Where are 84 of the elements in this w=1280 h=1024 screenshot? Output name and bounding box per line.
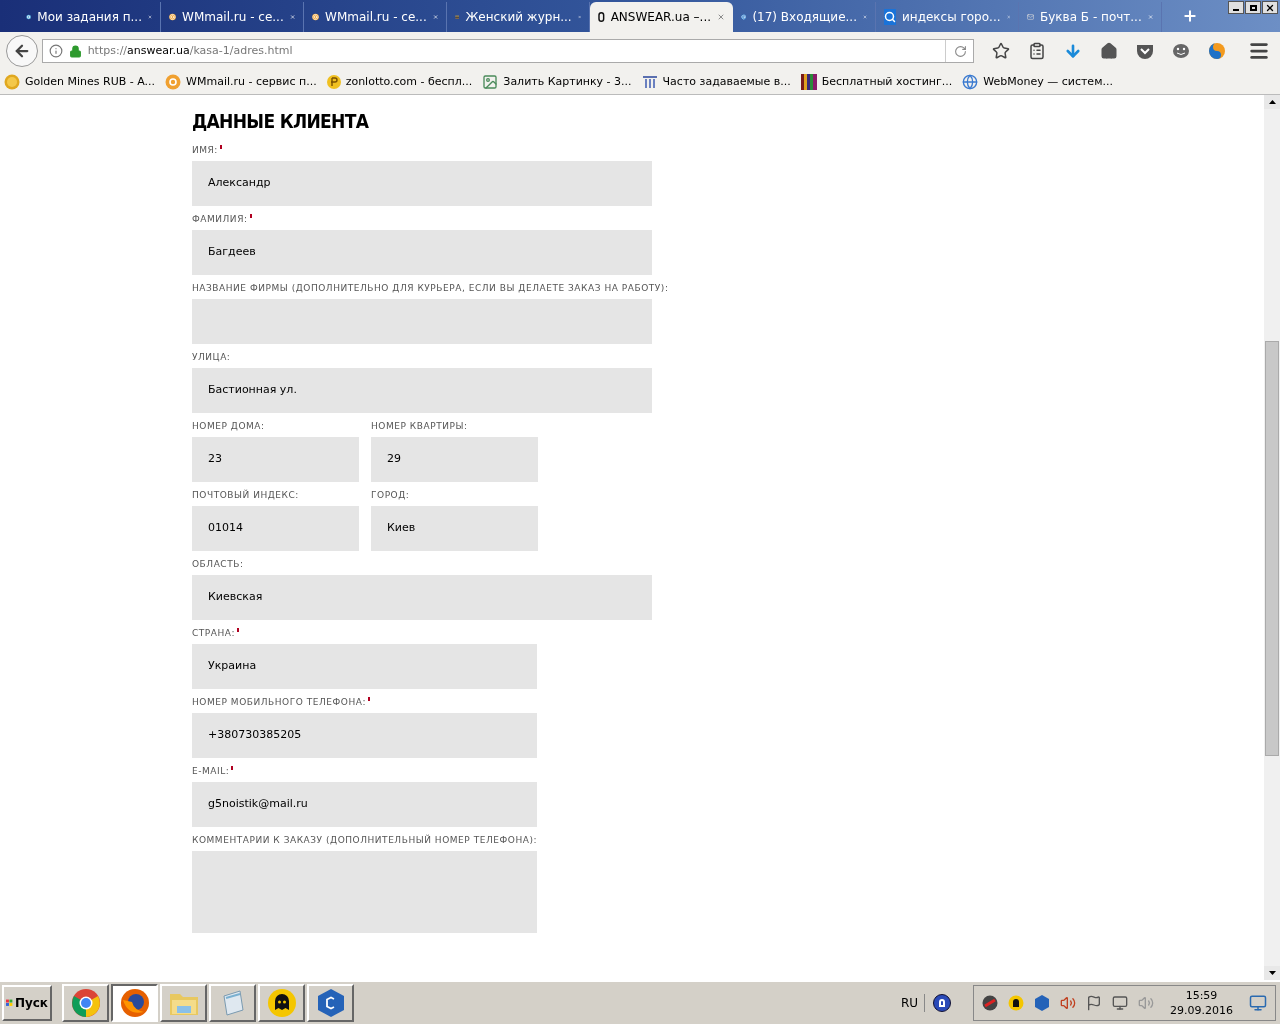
field-label: СТРАНА:	[192, 627, 236, 639]
search-icon	[884, 9, 896, 25]
new-tab-icon[interactable]	[1182, 8, 1198, 24]
url-text: https://answear.ua/kasa-1/adres.html	[87, 42, 294, 59]
input-field[interactable]: g5noistik@mail.ru	[192, 782, 537, 827]
home-icon[interactable]	[1100, 42, 1118, 60]
field-label: ГОРОД:	[371, 489, 410, 501]
comment-field[interactable]	[192, 851, 537, 933]
browser-tab[interactable]: ANSWEAR.ua –...	[590, 2, 733, 32]
stripes-icon	[800, 74, 817, 90]
language-indicator[interactable]: RU	[900, 994, 925, 1012]
network-icon[interactable]	[1112, 995, 1128, 1011]
start-button[interactable]: Пуск	[2, 985, 52, 1021]
input-field[interactable]: Александр	[192, 161, 652, 206]
brand-logo-icon	[598, 9, 605, 25]
tab-title: WMmail.ru - се...	[182, 9, 284, 26]
star-icon[interactable]	[992, 42, 1010, 60]
input-field[interactable]: Киевская	[192, 575, 652, 620]
pocket-icon[interactable]	[1136, 43, 1154, 59]
input-field[interactable]: 23	[192, 437, 359, 482]
bookmark-link[interactable]: zonlotto.com - беспл...	[326, 73, 473, 91]
desktop-icon[interactable]	[1249, 994, 1267, 1012]
coin-icon	[326, 75, 341, 89]
firefox-icon	[119, 988, 150, 1018]
scroll-up-icon[interactable]	[1268, 100, 1276, 104]
field-label: ИМЯ:	[192, 144, 218, 156]
hexagon-icon[interactable]	[1034, 995, 1050, 1011]
taskbar-app[interactable]	[111, 984, 158, 1022]
swirl-icon[interactable]	[1208, 42, 1226, 60]
download-icon[interactable]	[1064, 42, 1082, 60]
restore-icon[interactable]	[1245, 1, 1261, 14]
globe-icon	[962, 74, 979, 90]
no-entry-icon[interactable]	[982, 995, 998, 1011]
hexagon-icon	[315, 988, 346, 1018]
input-field[interactable]	[192, 299, 652, 344]
tab-title: Мои задания п...	[37, 9, 142, 26]
tab-title: ANSWEAR.ua –...	[610, 9, 712, 26]
field-label: ФАМИЛИЯ:	[192, 213, 248, 225]
bookmark-link[interactable]: Залить Картинку - 3...	[482, 73, 632, 91]
tab-title: WMmail.ru - се...	[325, 9, 427, 26]
bookmark-link[interactable]: Часто задаваемые в...	[641, 73, 791, 91]
scrollbar[interactable]	[1264, 95, 1280, 980]
field-label: НОМЕР МОБИЛЬНОГО ТЕЛЕФОНА:	[192, 696, 367, 708]
columns-icon	[641, 74, 658, 90]
field-label: НАЗВАНИЕ ФИРМЫ (ДОПОЛНИТЕЛЬНО ДЛЯ КУРЬЕРА, ЕСЛИ ВЫ ДЕЛАЕТЕ ЗАКАЗ НА РАБОТУ):	[192, 282, 669, 294]
input-field[interactable]: 29	[371, 437, 538, 482]
input-field[interactable]: Бастионная ул.	[192, 368, 652, 413]
image-icon	[482, 74, 499, 90]
lock-icon	[68, 44, 82, 58]
bookmark-link[interactable]: Golden Mines RUB - A...	[4, 73, 156, 91]
field-label: КОММЕНТАРИИ К ЗАКАЗУ (ДОПОЛНИТЕЛЬНЫЙ НОМЕР ТЕЛЕФОНА):	[192, 834, 538, 846]
input-field[interactable]: Украина	[192, 644, 537, 689]
minimize-icon[interactable]	[1228, 1, 1244, 14]
menu-icon[interactable]	[1248, 40, 1270, 62]
back-button[interactable]	[6, 35, 38, 67]
field-label: НОМЕР ДОМА:	[192, 420, 265, 432]
scroll-down-icon[interactable]	[1268, 971, 1276, 975]
speaker-icon[interactable]	[1060, 995, 1076, 1011]
flag-icon[interactable]	[1086, 995, 1102, 1011]
tab-title: (17) Входящие...	[752, 9, 857, 26]
address-bar[interactable]: https://answear.ua/kasa-1/adres.html	[41, 39, 974, 63]
reload-icon[interactable]	[954, 44, 967, 58]
smiley-icon[interactable]	[1172, 43, 1190, 59]
field-label: ОБЛАСТЬ:	[192, 558, 244, 570]
chrome-icon	[70, 988, 101, 1018]
input-field[interactable]: Багдеев	[192, 230, 652, 275]
input-field[interactable]: 01014	[192, 506, 359, 551]
field-label: УЛИЦА:	[192, 351, 231, 363]
reading-list-icon[interactable]	[1028, 42, 1046, 60]
input-field[interactable]: Киев	[371, 506, 538, 551]
field-label: НОМЕР КВАРТИРЫ:	[371, 420, 468, 432]
tab-title: Буква Б - почт...	[1040, 9, 1142, 26]
section-heading: ДАННЫЕ КЛИЕНТА	[192, 109, 370, 133]
info-icon[interactable]	[48, 44, 63, 58]
field-label: E-MAIL:	[192, 765, 230, 777]
bookmark-link[interactable]: WMmail.ru - сервис п...	[165, 73, 317, 91]
input-field[interactable]: +380730385205	[192, 713, 537, 758]
coin-icon	[4, 74, 20, 90]
tab-title: индексы горо...	[902, 9, 1001, 26]
tab-title: Женский журн...	[465, 9, 572, 26]
clock[interactable]: 15:59 29.09.2016	[1170, 988, 1233, 1018]
bookmark-link[interactable]: WebMoney — систем...	[962, 73, 1113, 91]
field-label: ПОЧТОВЫЙ ИНДЕКС:	[192, 489, 299, 501]
bookmark-link[interactable]: Бесплатный хостинг...	[800, 73, 953, 91]
